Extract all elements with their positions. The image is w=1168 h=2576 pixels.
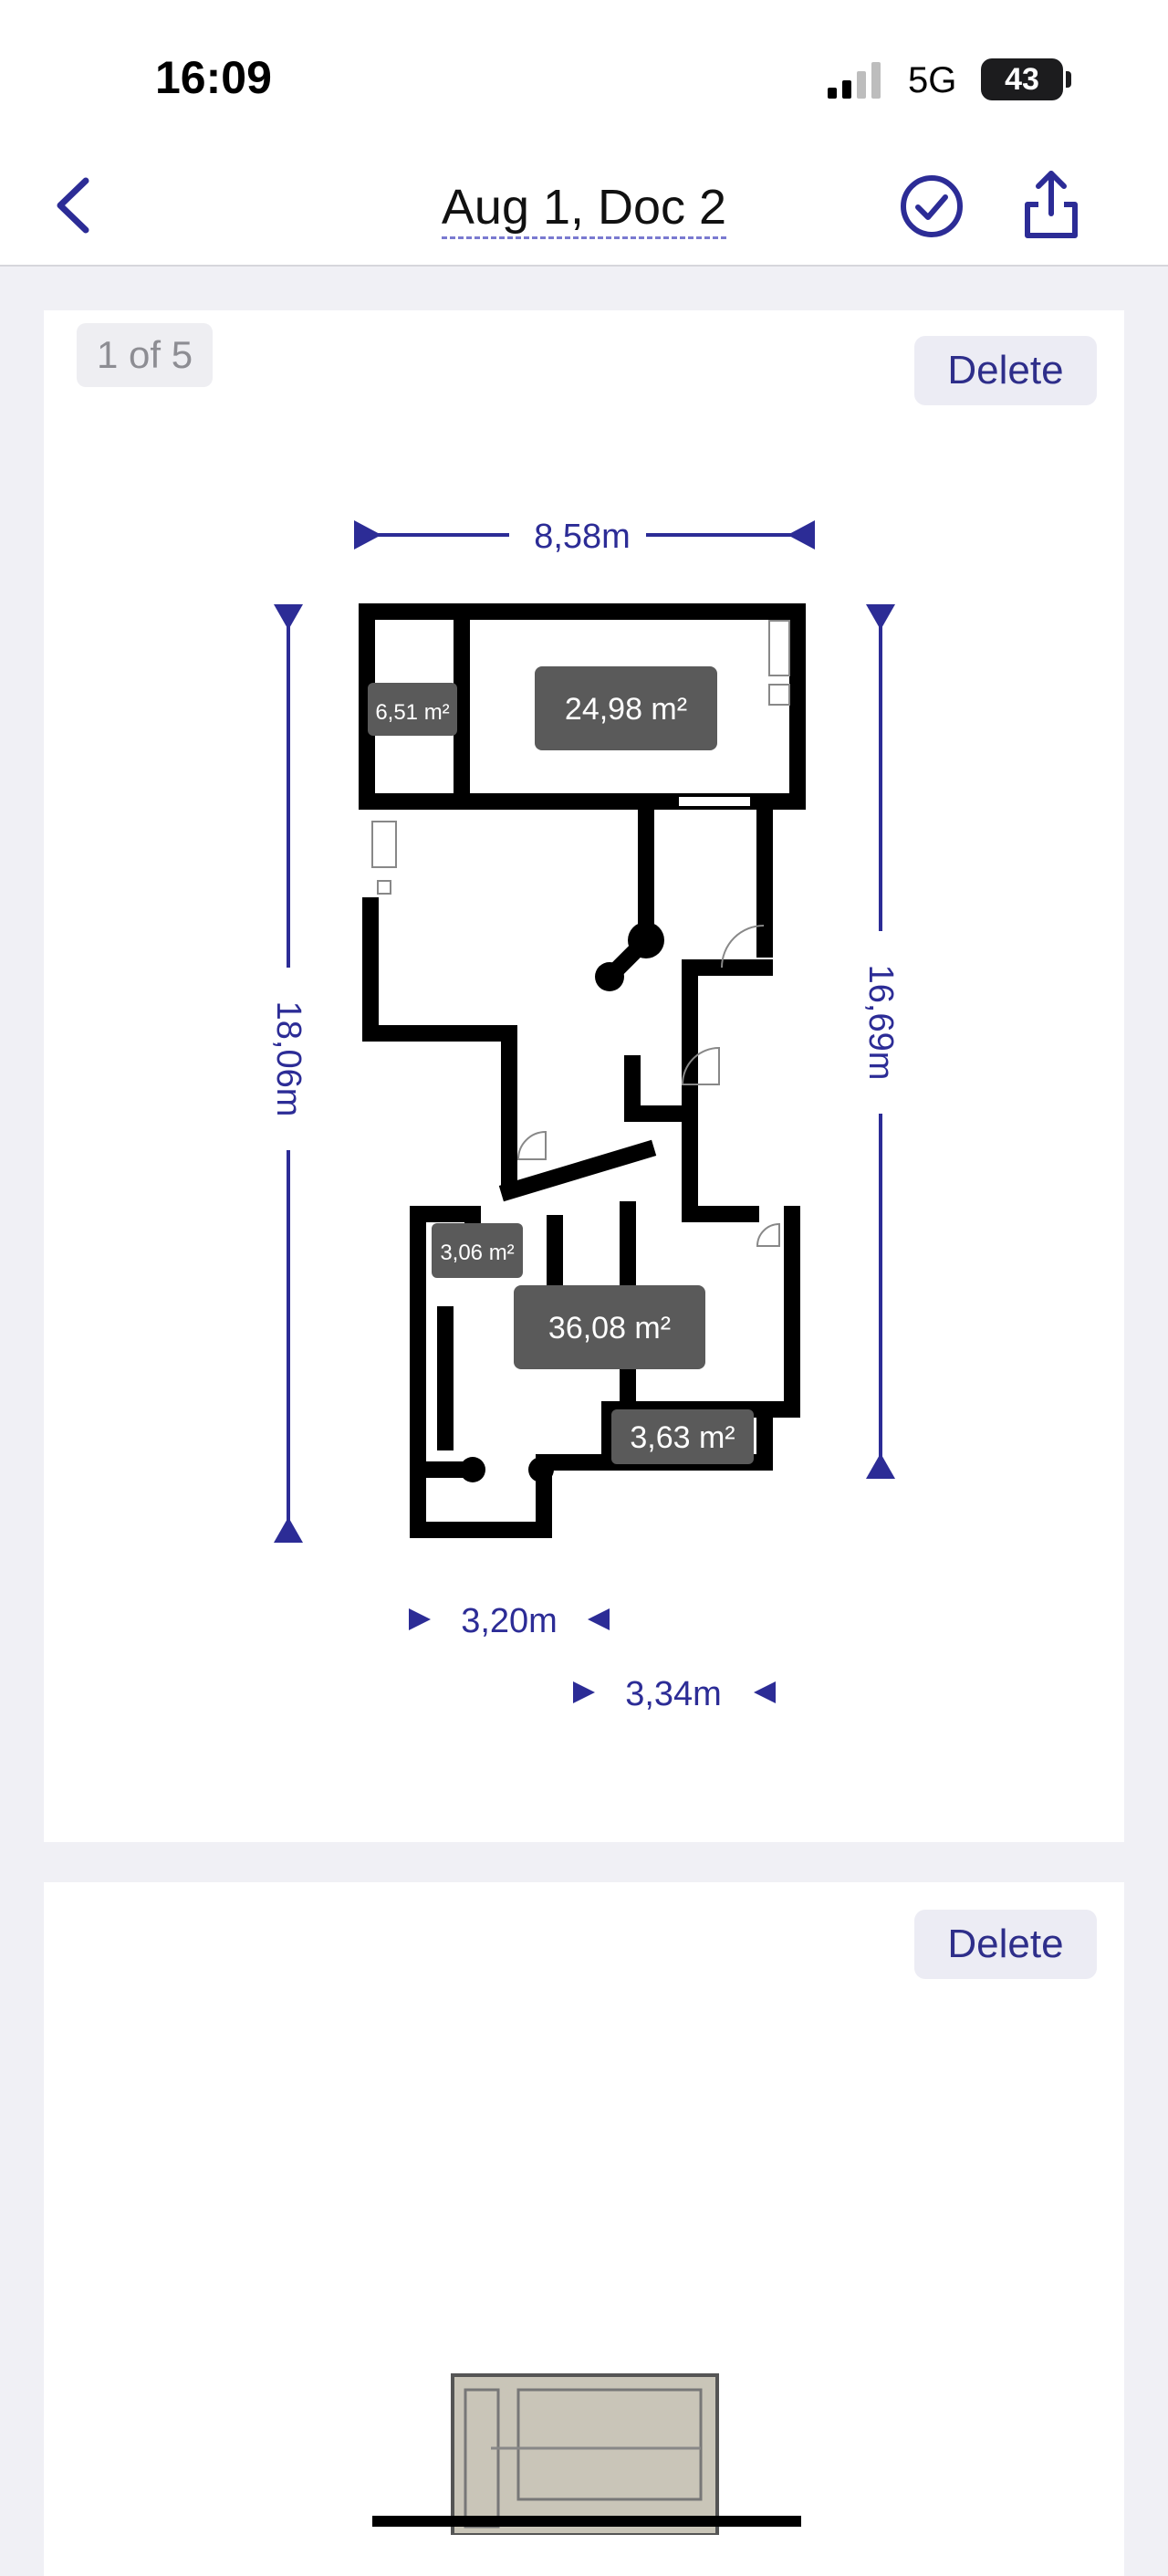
network-type: 5G xyxy=(908,60,957,100)
area-label-2: 24,98 m² xyxy=(565,692,687,727)
area-badge-4: 36,08 m² xyxy=(514,1285,705,1369)
status-time: 16:09 xyxy=(155,52,272,103)
dimension-width: 8,58m xyxy=(354,518,815,556)
area-label-1: 6,51 m² xyxy=(375,700,449,725)
area-badge-1: 6,51 m² xyxy=(368,683,457,736)
dimension-height-left-label: 18,06m xyxy=(269,1001,308,1117)
area-badge-5: 3,63 m² xyxy=(611,1409,754,1464)
signal-icon xyxy=(828,62,881,99)
battery-icon: 43 xyxy=(981,58,1063,100)
dimension-bottom-2: 3,34m xyxy=(573,1675,776,1713)
area-label-5: 3,63 m² xyxy=(630,1420,735,1455)
dimension-height-right: 16,69m xyxy=(861,604,900,1479)
dimension-width-label: 8,58m xyxy=(534,518,631,556)
area-badge-2: 24,98 m² xyxy=(535,666,717,750)
area-label-4: 36,08 m² xyxy=(548,1311,671,1346)
dimension-height-left: 18,06m xyxy=(269,604,308,1543)
document-title-text: Aug 1, Doc 2 xyxy=(441,180,727,239)
document-title[interactable]: Aug 1, Doc 2 xyxy=(0,179,1168,239)
checkmark-circle-icon[interactable] xyxy=(899,173,965,239)
floor-plan-thumbnail xyxy=(372,2373,801,2535)
dimension-bottom-1-label: 3,20m xyxy=(461,1602,558,1640)
area-badge-3: 3,06 m² xyxy=(432,1223,523,1278)
share-icon[interactable] xyxy=(1022,168,1080,241)
floor-plan-drawing: 8,58m 18,06m 16,69m 6,51 m² 24,98 m² 3,0… xyxy=(269,518,900,1713)
dimension-height-right-label: 16,69m xyxy=(861,965,900,1081)
area-label-3: 3,06 m² xyxy=(440,1241,514,1265)
nav-bar: Aug 1, Doc 2 xyxy=(0,146,1168,267)
dimension-bottom-2-label: 3,34m xyxy=(625,1675,722,1713)
battery-tip xyxy=(1066,71,1071,88)
floor-plan-card-1: 1 of 5 Delete 8,58m 18,06m 16,69m 6,51 m… xyxy=(44,310,1124,1842)
floor-plan-card-2: Delete xyxy=(44,1882,1124,2576)
dimension-bottom-1: 3,20m xyxy=(409,1602,610,1640)
status-bar: 16:09 5G 43 xyxy=(0,0,1168,146)
